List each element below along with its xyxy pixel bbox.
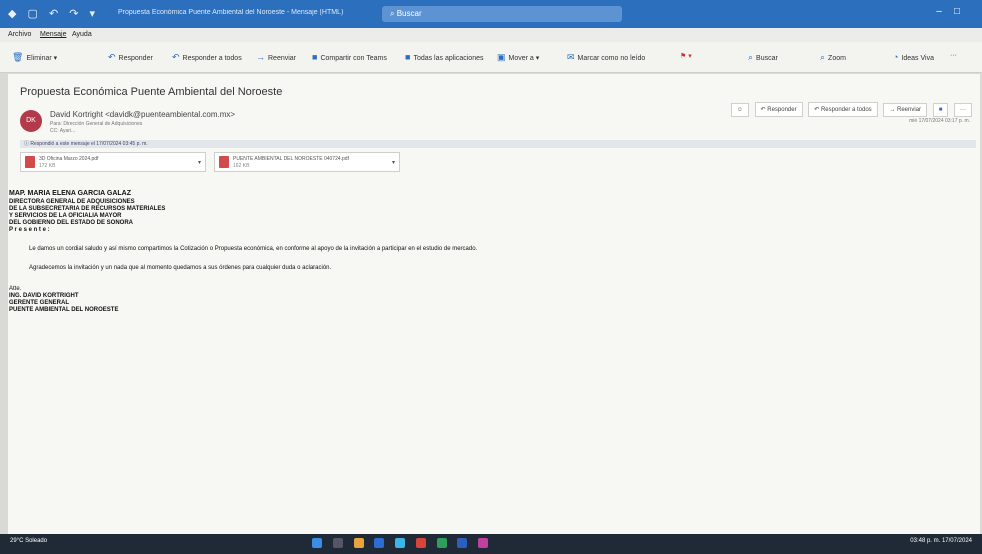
pdf-icon [25, 156, 35, 168]
reply-all-button[interactable]: ↶ Responder a todos [172, 52, 242, 63]
weather-widget[interactable]: 29°C Soleado [10, 538, 47, 544]
search-box[interactable]: ⌕ Buscar [382, 6, 622, 22]
trash-icon: 🗑 [12, 52, 24, 62]
menu-archivo[interactable]: Archivo [8, 31, 31, 38]
title-bar: ◆ ▢ ↶ ↷ ▾ Propuesta Económica Puente Amb… [0, 0, 982, 28]
addressee-line: Y SERVICIOS DE LA OFICIALIA MAYOR [9, 213, 122, 219]
maximize-icon[interactable]: □ [954, 6, 972, 17]
forward-icon: → [256, 52, 265, 62]
folder-icon[interactable] [353, 538, 364, 548]
flag-icon[interactable]: ⚑ ▾ [680, 52, 692, 60]
more-options-icon[interactable]: ··· [950, 52, 957, 59]
mark-unread-button[interactable]: ✉ Marcar como no leído [567, 52, 645, 63]
menu-bar: Archivo Mensaje Ayuda [0, 28, 982, 42]
viva-insights-button[interactable]: ◔ Ideas Viva [893, 52, 934, 62]
signature-line: PUENTE AMBIENTAL DEL NOROESTE [9, 307, 119, 313]
system-tray[interactable]: 03:48 p. m. 17/07/2024 [910, 538, 972, 544]
word-icon[interactable] [457, 538, 468, 548]
share-teams-button[interactable]: ■ Compartir con Teams [312, 52, 387, 62]
viva-icon: ◔ [893, 52, 899, 62]
mail-icon: ✉ [567, 52, 575, 62]
search-icon: ⌕ [390, 9, 397, 18]
zoom-icon: ⌕ [820, 52, 826, 62]
salutation: P r e s e n t e : [9, 227, 50, 233]
all-apps-button[interactable]: ■ Todas las aplicaciones [405, 52, 483, 62]
edge-icon[interactable] [395, 538, 406, 548]
msg-forward-button[interactable]: → Reenviar [883, 103, 928, 117]
quick-access-icons[interactable]: ◆ ▢ ↶ ↷ ▾ [8, 7, 99, 20]
teams-share-icon[interactable]: ■ [932, 103, 949, 117]
reading-pane: Propuesta Económica Puente Ambiental del… [8, 74, 980, 534]
reply-button[interactable]: ↶ Responder [108, 52, 153, 63]
taskbar-apps [312, 538, 494, 551]
addressee-line: DEL GOBIERNO DEL ESTADO DE SONORA [9, 220, 134, 226]
signature-line: ING. DAVID KORTRIGHT [9, 293, 79, 299]
addressee-line: DE LA SUBSECRETARIA DE RECURSOS MATERIAL… [9, 206, 166, 212]
window-controls[interactable]: –□ [936, 6, 972, 17]
msg-reply-all-button[interactable]: ↶ Responder a todos [808, 102, 878, 117]
clock-time: 03:48 p. m. [910, 538, 941, 544]
app-icon[interactable] [415, 538, 426, 548]
closing: Atte. [9, 286, 22, 292]
start-icon[interactable] [312, 538, 322, 548]
taskbar: 29°C Soleado 03:48 p. m. 17/07/2024 [0, 534, 982, 554]
reply-icon: ↶ [108, 52, 116, 62]
ribbon-toolbar: 🗑 Eliminar ▾ ↶ Responder ↶ Responder a todo… [0, 42, 982, 73]
menu-ayuda[interactable]: Ayuda [72, 31, 92, 38]
menu-mensaje[interactable]: Mensaje [40, 31, 66, 38]
search-icon: ⌕ [748, 52, 754, 62]
body-paragraph: Le damos un cordial saludo y así mismo c… [29, 246, 478, 252]
reply-all-icon: ↶ [172, 52, 180, 62]
recipient-to: Para: Dirección General de Adquisiciones [50, 121, 143, 127]
excel-icon[interactable] [436, 538, 447, 548]
zoom-button[interactable]: ⌕ Zoom [820, 52, 846, 63]
message-actions: ☺ ↶ Responder ↶ Responder a todos → Reen… [727, 102, 972, 117]
chevron-down-icon[interactable]: ▾ [392, 159, 395, 166]
pdf-icon [219, 156, 229, 168]
signature-line: GERENTE GENERAL [9, 300, 70, 306]
window-title: Propuesta Económica Puente Ambiental del… [118, 9, 344, 16]
sender-avatar[interactable]: DK [20, 110, 42, 132]
forward-button[interactable]: → Reenviar [256, 52, 296, 62]
message-subject: Propuesta Económica Puente Ambiental del… [20, 86, 283, 98]
attachment-2[interactable]: PUENTE AMBIENTAL DEL NOROESTE 040724.pdf… [214, 152, 400, 172]
sender-address[interactable]: David Kortright <davidk@puenteambiental.… [50, 110, 235, 119]
move-to-button[interactable]: ▣ Mover a ▾ [497, 52, 539, 63]
teams-icon: ■ [312, 52, 318, 62]
msg-reply-button[interactable]: ↶ Responder [754, 102, 803, 117]
emoji-reaction-button[interactable]: ☺ [730, 103, 749, 117]
chevron-down-icon[interactable]: ▾ [198, 159, 201, 166]
find-button[interactable]: ⌕ Buscar [748, 52, 778, 63]
move-icon: ▣ [497, 52, 506, 62]
outlook-icon[interactable] [374, 538, 385, 548]
clock-date: 17/07/2024 [941, 538, 972, 544]
addressee-line: DIRECTORA GENERAL DE ADQUISICIONES [9, 199, 135, 205]
taskbar-search-icon[interactable] [332, 538, 343, 548]
app-icon[interactable] [478, 538, 489, 548]
info-bar: ⓘ Respondió a este mensaje el 17/07/2024… [20, 140, 976, 148]
minimize-icon[interactable]: – [936, 6, 954, 17]
search-placeholder: Buscar [396, 9, 422, 18]
more-icon[interactable]: ··· [954, 103, 972, 117]
body-paragraph: Agradecemos la invitación y un nada que … [29, 265, 332, 271]
attachment-1[interactable]: 3D Oficina Marzo 2024.pdf 172 KB ▾ [20, 152, 206, 172]
delete-button[interactable]: 🗑 Eliminar ▾ [12, 52, 57, 63]
addressee-name: MAP. MARIA ELENA GARCIA GALAZ [9, 190, 131, 197]
message-date: mié 17/07/2024 03:17 p. m. [909, 118, 970, 124]
apps-icon: ■ [405, 52, 411, 62]
recipient-cc: CC: Ayari... [50, 128, 76, 134]
